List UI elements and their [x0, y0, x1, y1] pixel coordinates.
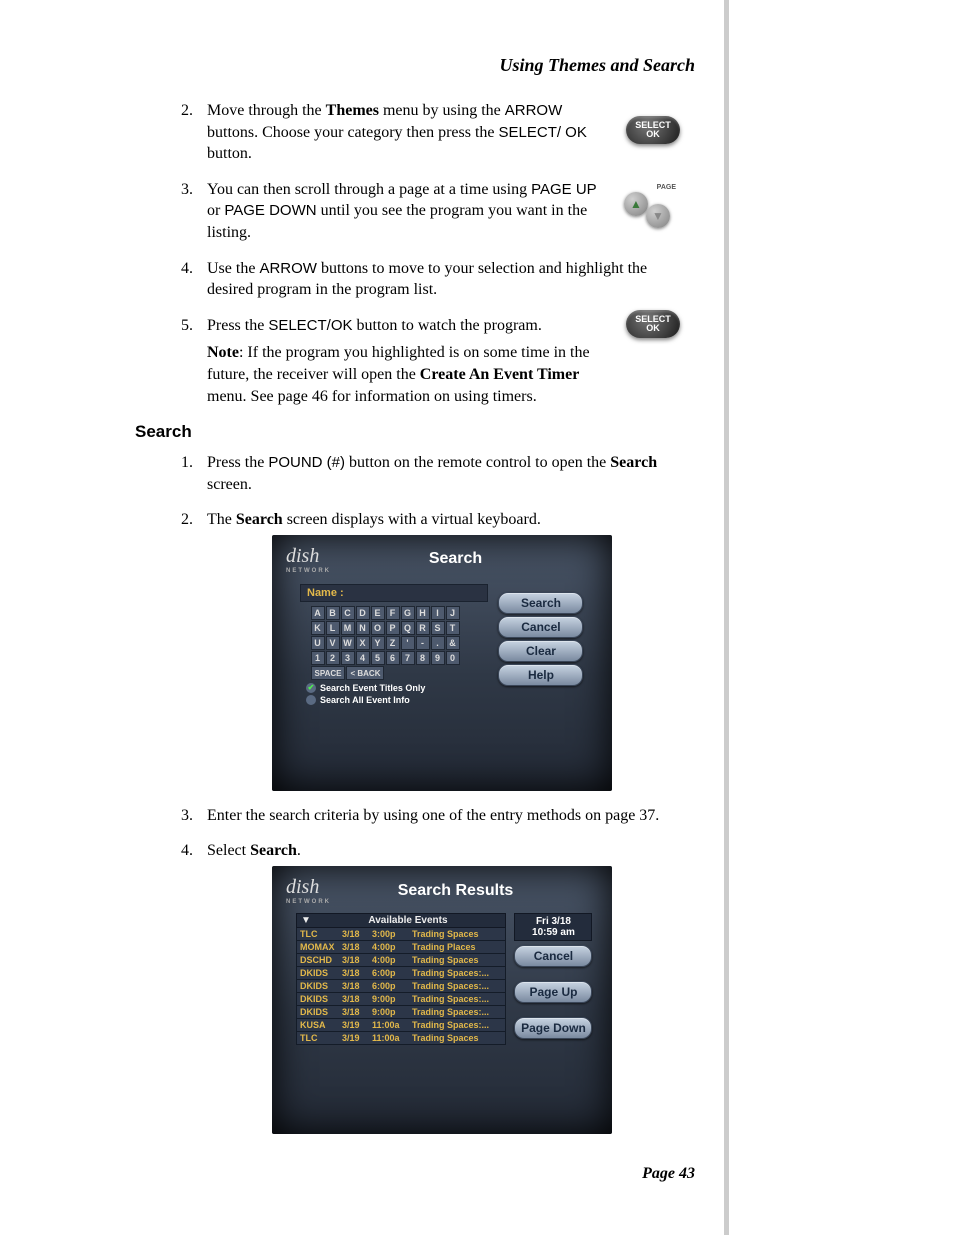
virtual-keyboard[interactable]: ABCDEFGHIJ KLMNOPQRST UVWXYZ'-.& 1234567890…	[310, 606, 488, 681]
key-j[interactable]: J	[446, 606, 460, 620]
key-s[interactable]: S	[431, 621, 445, 635]
key-'[interactable]: '	[401, 636, 415, 650]
search-section-heading: Search	[135, 421, 695, 444]
available-events-header: ▼ Available Events	[296, 913, 506, 928]
step-4: Use the ARROW buttons to move to your se…	[197, 258, 695, 301]
tv-search-screenshot: dishNETWORK Search Name : ABCDEFGHIJ KLMN…	[272, 535, 612, 791]
result-row[interactable]: DKIDS3/186:00pTrading Spaces:...	[296, 967, 506, 980]
key-6[interactable]: 6	[386, 651, 400, 665]
running-header: Using Themes and Search	[135, 55, 695, 76]
key-k[interactable]: K	[311, 621, 325, 635]
step-3: You can then scroll through a page at a …	[197, 179, 695, 244]
result-row[interactable]: TLC3/1911:00aTrading Spaces	[296, 1032, 506, 1045]
result-row[interactable]: DSCHD3/184:00pTrading Spaces	[296, 954, 506, 967]
key-0[interactable]: 0	[446, 651, 460, 665]
search-button[interactable]: Search	[498, 592, 583, 614]
key-z[interactable]: Z	[386, 636, 400, 650]
key-1[interactable]: 1	[311, 651, 325, 665]
page-number: Page 43	[135, 1165, 695, 1183]
key-a[interactable]: A	[311, 606, 325, 620]
radio-unchecked-icon	[306, 695, 316, 705]
cancel-button[interactable]: Cancel	[514, 945, 592, 967]
result-row[interactable]: MOMAX3/184:00pTrading Places	[296, 941, 506, 954]
dish-logo: dishNETWORK	[286, 545, 331, 574]
radio-all-info[interactable]: Search All Event Info	[306, 695, 488, 705]
key-n[interactable]: N	[356, 621, 370, 635]
clear-button[interactable]: Clear	[498, 640, 583, 662]
tv-screen-title: Search Results	[343, 882, 598, 900]
key-e[interactable]: E	[371, 606, 385, 620]
results-list[interactable]: TLC3/183:00pTrading SpacesMOMAX3/184:00p…	[296, 928, 506, 1045]
radio-checked-icon	[306, 683, 316, 693]
key-&[interactable]: &	[446, 636, 460, 650]
key-3[interactable]: 3	[341, 651, 355, 665]
key-9[interactable]: 9	[431, 651, 445, 665]
search-step-3: Enter the search criteria by using one o…	[197, 805, 695, 827]
key-t[interactable]: T	[446, 621, 460, 635]
key-7[interactable]: 7	[401, 651, 415, 665]
key-x[interactable]: X	[356, 636, 370, 650]
key-back[interactable]: < BACK	[346, 666, 384, 680]
name-input-field[interactable]: Name :	[300, 584, 488, 602]
key-u[interactable]: U	[311, 636, 325, 650]
step-5: Press the SELECT/OK button to watch the …	[197, 315, 695, 407]
key-f[interactable]: F	[386, 606, 400, 620]
key-b[interactable]: B	[326, 606, 340, 620]
themes-steps-list: Move through the Themes menu by using th…	[135, 100, 695, 407]
key-h[interactable]: H	[416, 606, 430, 620]
tv-screen-title: Search	[343, 550, 598, 568]
key-8[interactable]: 8	[416, 651, 430, 665]
key-w[interactable]: W	[341, 636, 355, 650]
sort-down-icon[interactable]: ▼	[301, 915, 311, 926]
datetime-display: Fri 3/1810:59 am	[514, 913, 592, 941]
help-button[interactable]: Help	[498, 664, 583, 686]
result-row[interactable]: TLC3/183:00pTrading Spaces	[296, 928, 506, 941]
key-.[interactable]: .	[431, 636, 445, 650]
result-row[interactable]: KUSA3/1911:00aTrading Spaces:...	[296, 1019, 506, 1032]
key-4[interactable]: 4	[356, 651, 370, 665]
search-step-2: The Search screen displays with a virtua…	[197, 509, 695, 791]
key-g[interactable]: G	[401, 606, 415, 620]
key-l[interactable]: L	[326, 621, 340, 635]
key-o[interactable]: O	[371, 621, 385, 635]
key-5[interactable]: 5	[371, 651, 385, 665]
radio-titles-only[interactable]: Search Event Titles Only	[306, 683, 488, 693]
key-r[interactable]: R	[416, 621, 430, 635]
key-p[interactable]: P	[386, 621, 400, 635]
dish-logo: dishNETWORK	[286, 876, 331, 905]
search-step-4: Select Search. dishNETWORK Search Result…	[197, 840, 695, 1134]
tv-search-results-screenshot: dishNETWORK Search Results ▼ Available E…	[272, 866, 612, 1134]
key-v[interactable]: V	[326, 636, 340, 650]
search-steps-list: Press the POUND (#) button on the remote…	[135, 452, 695, 1134]
key-2[interactable]: 2	[326, 651, 340, 665]
step-2: Move through the Themes menu by using th…	[197, 100, 695, 165]
page-margin-bar	[724, 0, 729, 1235]
key-space[interactable]: SPACE	[311, 666, 346, 680]
key-i[interactable]: I	[431, 606, 445, 620]
key-m[interactable]: M	[341, 621, 355, 635]
key-d[interactable]: D	[356, 606, 370, 620]
cancel-button[interactable]: Cancel	[498, 616, 583, 638]
key-q[interactable]: Q	[401, 621, 415, 635]
result-row[interactable]: DKIDS3/189:00pTrading Spaces:...	[296, 993, 506, 1006]
key-y[interactable]: Y	[371, 636, 385, 650]
key-c[interactable]: C	[341, 606, 355, 620]
page-down-button[interactable]: Page Down	[514, 1017, 592, 1039]
search-step-1: Press the POUND (#) button on the remote…	[197, 452, 695, 495]
result-row[interactable]: DKIDS3/189:00pTrading Spaces:...	[296, 1006, 506, 1019]
page-up-button[interactable]: Page Up	[514, 981, 592, 1003]
key--[interactable]: -	[416, 636, 430, 650]
result-row[interactable]: DKIDS3/186:00pTrading Spaces:...	[296, 980, 506, 993]
